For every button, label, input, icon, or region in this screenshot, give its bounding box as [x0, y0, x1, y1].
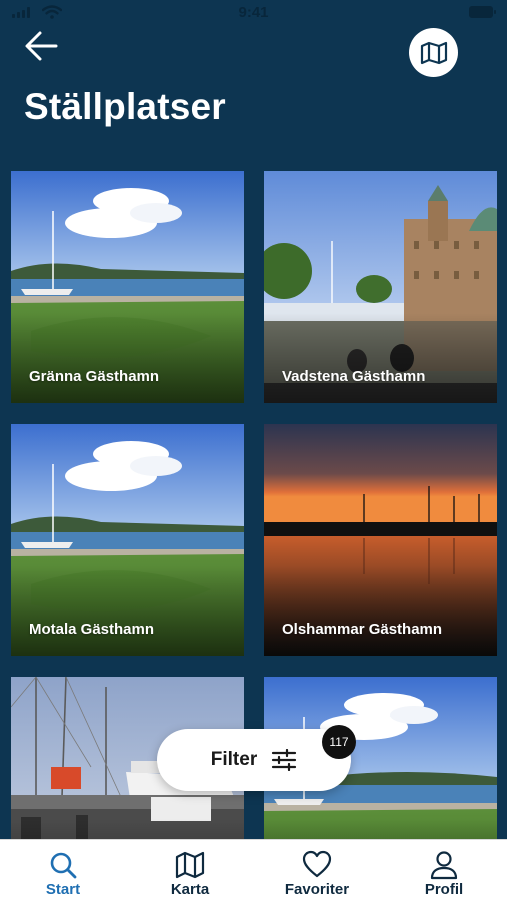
place-card[interactable]: Gränna Gästhamn: [11, 171, 244, 403]
tab-label: Profil: [424, 881, 464, 898]
place-card[interactable]: Motala Gästhamn: [11, 424, 244, 656]
heart-icon: [302, 850, 332, 878]
tab-favoriter[interactable]: Favoriter: [254, 840, 380, 900]
filter-label: Filter: [210, 749, 258, 770]
place-name: Motala Gästhamn: [29, 621, 155, 638]
map-icon: [420, 41, 447, 64]
map-icon: [175, 851, 205, 879]
back-button[interactable]: [20, 26, 64, 66]
place-name: Olshammar Gästhamn: [282, 621, 443, 638]
tab-start[interactable]: Start: [0, 840, 126, 900]
battery-icon: [469, 6, 496, 18]
tab-label: Favoriter: [284, 881, 350, 898]
arrow-left-icon: [25, 31, 58, 61]
status-time: 9:41: [238, 4, 269, 21]
tab-label: Karta: [170, 881, 210, 898]
status-bar: 9:41: [0, 0, 507, 26]
page-title: Ställplatser: [24, 86, 226, 127]
tab-bar: Start Karta Favoriter Profil: [0, 839, 507, 900]
tab-profil[interactable]: Profil: [381, 840, 507, 900]
place-name: Vadstena Gästhamn: [282, 368, 426, 385]
filter-count-badge: 117: [322, 725, 356, 759]
sliders-icon: [272, 749, 297, 771]
place-card[interactable]: Vadstena Gästhamn: [264, 171, 497, 403]
tab-karta[interactable]: Karta: [127, 840, 253, 900]
user-icon: [430, 851, 458, 880]
map-view-button[interactable]: [409, 28, 458, 77]
place-card[interactable]: Olshammar Gästhamn: [264, 424, 497, 656]
place-name: Gränna Gästhamn: [29, 368, 160, 385]
search-icon: [50, 852, 77, 879]
tab-label: Start: [45, 881, 81, 898]
